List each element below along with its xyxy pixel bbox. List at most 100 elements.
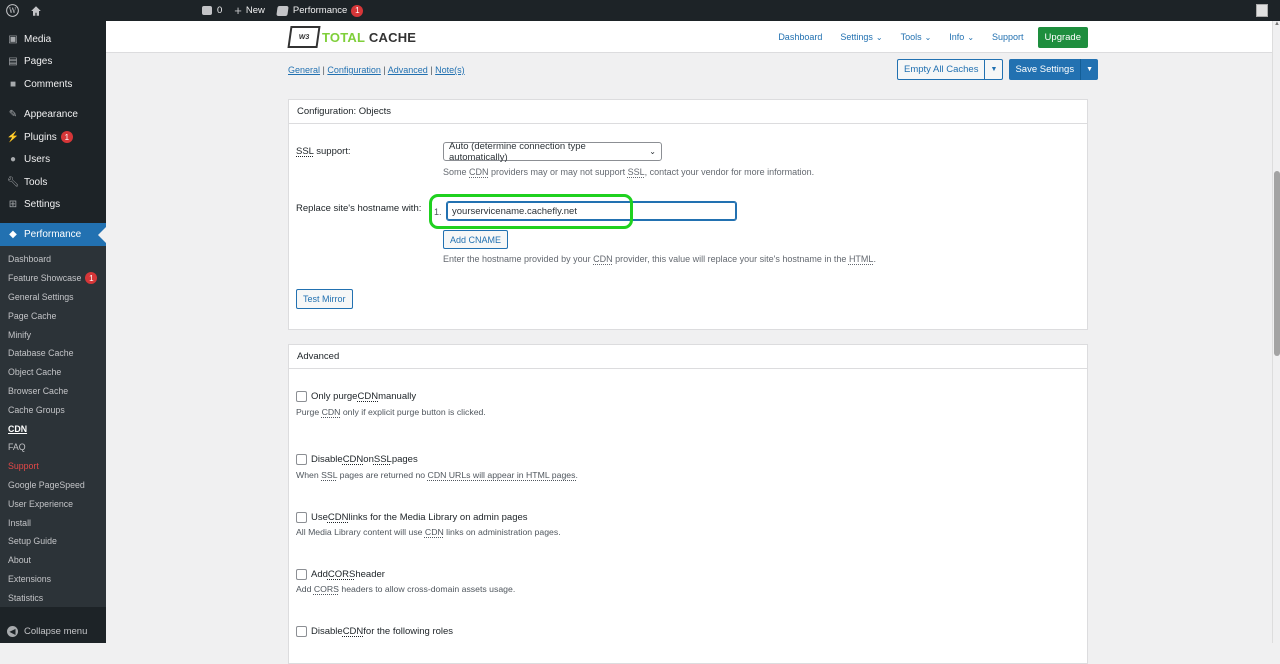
submenu-page-cache[interactable]: Page Cache xyxy=(0,306,106,325)
media-icon: ▣ xyxy=(8,33,18,45)
tools-icon: 🔧︎ xyxy=(6,176,20,188)
submenu-statistics[interactable]: Statistics xyxy=(0,588,106,607)
nav-settings[interactable]: Settings ⌄ xyxy=(840,32,882,42)
desc-text: Enter the hostname provided by your xyxy=(443,254,594,264)
w3tc-logo[interactable]: W3 TOTAL CACHE xyxy=(287,26,417,48)
submenu-general-settings[interactable]: General Settings xyxy=(0,288,106,307)
option-add-cors-header[interactable]: Add CORS header xyxy=(296,569,385,580)
submenu-faq[interactable]: FAQ xyxy=(0,438,106,457)
sidebar-item-comments[interactable]: ■ Comments xyxy=(0,73,106,96)
option-label: for the following roles xyxy=(363,626,454,637)
cdn-urls-abbr: CDN URLs will appear in HTML pages. xyxy=(427,470,578,480)
wordpress-logo-icon[interactable]: W xyxy=(0,0,24,21)
admin-bar-performance[interactable]: Performance 1 xyxy=(271,0,369,21)
empty-caches-dropdown-caret-icon[interactable]: ▼ xyxy=(985,59,1004,80)
submenu-cdn[interactable]: CDN xyxy=(0,419,106,438)
configuration-objects-panel: Configuration: Objects SSL support: Auto… xyxy=(288,99,1088,330)
sidebar-item-tools[interactable]: 🔧︎ Tools xyxy=(0,171,106,194)
add-cname-button[interactable]: Add CNAME xyxy=(443,230,509,249)
submenu-feature-showcase[interactable]: Feature Showcase 1 xyxy=(0,269,106,288)
checkbox[interactable] xyxy=(296,626,307,637)
subnav-configuration[interactable]: Configuration xyxy=(327,65,381,75)
checkbox[interactable] xyxy=(296,512,307,523)
submenu-install[interactable]: Install xyxy=(0,513,106,532)
option-only-purge-cdn-manually[interactable]: Only purge CDN manually xyxy=(296,391,416,402)
submenu-object-cache[interactable]: Object Cache xyxy=(0,363,106,382)
option-label: links for the Media Library on admin pag… xyxy=(348,512,528,523)
page-scrollbar[interactable]: ▲ xyxy=(1272,21,1280,643)
cdn-abbr: CDN xyxy=(593,254,613,264)
nav-support[interactable]: Support xyxy=(992,32,1024,42)
option-disable-cdn-for-roles[interactable]: Disable CDN for the following roles xyxy=(296,626,453,637)
submenu-about[interactable]: About xyxy=(0,551,106,570)
sidebar-item-label: Appearance xyxy=(24,109,78,121)
option-label: header xyxy=(355,569,385,580)
hostname-label: Replace site's hostname with: xyxy=(296,203,422,214)
nav-info[interactable]: Info ⌄ xyxy=(949,32,974,42)
submenu-setup-guide[interactable]: Setup Guide xyxy=(0,532,106,551)
chevron-down-icon: ⌄ xyxy=(967,32,975,42)
cdn-abbr: CDN xyxy=(357,391,379,402)
logo-suffix: CACHE xyxy=(365,29,417,45)
option-disable-cdn-on-ssl-pages[interactable]: Disable CDN on SSL pages xyxy=(296,454,418,465)
nav-label: Settings xyxy=(840,32,873,42)
option-label: Disable xyxy=(311,626,343,637)
save-settings-button[interactable]: Save Settings xyxy=(1009,59,1081,80)
sidebar-item-media[interactable]: ▣ Media xyxy=(0,28,106,51)
home-icon[interactable] xyxy=(24,0,48,21)
submenu-database-cache[interactable]: Database Cache xyxy=(0,344,106,363)
submenu-browser-cache[interactable]: Browser Cache xyxy=(0,382,106,401)
sidebar-item-label: Plugins xyxy=(24,131,57,143)
admin-bar-comments[interactable]: 0 xyxy=(196,0,228,21)
sidebar-item-appearance[interactable]: ✎ Appearance xyxy=(0,104,106,127)
desc-text: When xyxy=(296,470,322,480)
option-use-cdn-links-media-library[interactable]: Use CDN links for the Media Library on a… xyxy=(296,512,528,523)
top-nav-links: Dashboard Settings ⌄ Tools ⌄ Info ⌄ Support… xyxy=(760,21,1088,53)
checkbox[interactable] xyxy=(296,569,307,580)
checkbox[interactable] xyxy=(296,454,307,465)
current-menu-arrow xyxy=(98,227,106,243)
desc-text: , contact your vendor for more informati… xyxy=(644,167,815,177)
empty-all-caches-button[interactable]: Empty All Caches xyxy=(897,59,986,80)
submenu-support[interactable]: Support xyxy=(0,457,106,476)
collapse-menu-label: Collapse menu xyxy=(24,626,88,637)
plus-icon: + xyxy=(234,3,242,18)
nav-label: Tools xyxy=(900,32,922,42)
checkbox[interactable] xyxy=(296,391,307,402)
cdn-abbr: CDN xyxy=(342,626,364,637)
desc-text: only if explicit purge button is clicked… xyxy=(340,407,486,417)
nav-tools[interactable]: Tools ⌄ xyxy=(901,32,932,42)
user-avatar[interactable] xyxy=(1256,4,1268,17)
subnav-advanced[interactable]: Advanced xyxy=(388,65,428,75)
subnav-notes[interactable]: Note(s) xyxy=(435,65,465,75)
notification-badge: 1 xyxy=(351,4,364,17)
submenu-dashboard[interactable]: Dashboard xyxy=(0,250,106,269)
nav-dashboard[interactable]: Dashboard xyxy=(778,32,822,42)
sidebar-item-users[interactable]: ● Users xyxy=(0,149,106,172)
submenu-cache-groups[interactable]: Cache Groups xyxy=(0,400,106,419)
html-abbr: HTML xyxy=(848,254,874,264)
submenu-extensions[interactable]: Extensions xyxy=(0,570,106,589)
submenu-google-pagespeed[interactable]: Google PageSpeed xyxy=(0,476,106,495)
submenu-minify[interactable]: Minify xyxy=(0,325,106,344)
subnav-general[interactable]: General xyxy=(288,65,320,75)
sidebar-item-pages[interactable]: ▤ Pages xyxy=(0,51,106,74)
save-settings-dropdown-caret-icon[interactable]: ▼ xyxy=(1080,59,1099,80)
admin-bar-new[interactable]: + New xyxy=(228,0,271,21)
ssl-support-select[interactable]: Auto (determine connection type automati… xyxy=(443,141,662,163)
sidebar-item-plugins[interactable]: ⚡ Plugins 1 xyxy=(0,126,106,149)
test-mirror-button[interactable]: Test Mirror xyxy=(296,289,353,309)
submenu-user-experience[interactable]: User Experience xyxy=(0,494,106,513)
chevron-down-icon: ⌄ xyxy=(649,147,656,156)
collapse-menu-button[interactable]: ◀ Collapse menu xyxy=(0,626,87,637)
advanced-panel: Advanced Only purge CDN manually Purge C… xyxy=(288,344,1088,664)
panel-title: Advanced xyxy=(289,345,1087,369)
option-label: Add xyxy=(311,569,328,580)
upgrade-button[interactable]: Upgrade xyxy=(1037,26,1088,48)
scroll-up-arrow-icon[interactable]: ▲ xyxy=(1273,21,1280,31)
scroll-thumb[interactable] xyxy=(1274,171,1280,356)
sidebar-item-performance[interactable]: ◆ Performance xyxy=(0,223,106,246)
sidebar-item-settings[interactable]: ⊞ Settings xyxy=(0,194,106,217)
feature-showcase-badge: 1 xyxy=(85,272,98,285)
performance-submenu: Dashboard Feature Showcase 1 General Set… xyxy=(0,246,106,608)
